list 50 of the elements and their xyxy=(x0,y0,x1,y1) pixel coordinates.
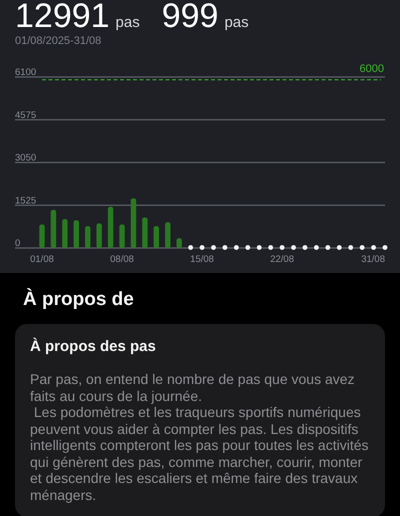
goal-label: 6000 xyxy=(360,62,384,75)
x-tick-label: 31/08 xyxy=(361,254,385,265)
empty-day-dot xyxy=(325,245,330,250)
step-count: 999 xyxy=(162,0,218,34)
step-bar xyxy=(96,223,102,248)
step-bar xyxy=(142,217,148,248)
empty-day-dot xyxy=(336,245,342,250)
y-tick-label: 0 xyxy=(15,238,20,249)
section-heading: À propos de xyxy=(23,289,135,311)
step-bar xyxy=(176,238,182,248)
empty-day-dot xyxy=(314,245,319,250)
empty-day-dot xyxy=(211,245,216,250)
card-title: À propos des pas xyxy=(30,338,157,355)
y-tick-label: 4575 xyxy=(15,110,36,121)
y-tick-label: 1525 xyxy=(15,195,36,206)
y-tick-label: 6100 xyxy=(15,67,36,78)
x-tick-label: 01/08 xyxy=(30,254,54,265)
empty-day-dot xyxy=(280,245,284,250)
x-tick-label: 22/08 xyxy=(270,254,294,265)
step-bar xyxy=(108,206,114,248)
y-tick-label: 3050 xyxy=(15,152,36,164)
step-bar xyxy=(62,219,68,248)
empty-day-dot xyxy=(188,245,194,250)
x-tick-label: 08/08 xyxy=(110,254,134,265)
card-text: Par pas, on entend le nombre de pas que vous avez faits au cours de la journée. Les podomètres et les traqueurs sportifs numériques peuvent vous aider à compter les pas. Les dispositifs intelligents compteront les pas pour toutes les activités qui génèrent des pas, comme marcher, courir, monter et descendre les escaliers et même faire des travaux ménagers. xyxy=(30,371,370,503)
empty-day-dot xyxy=(348,245,354,250)
step-count: 12991 xyxy=(15,0,110,34)
date-range: 01/08/2025-31/08 xyxy=(15,35,102,47)
empty-day-dot xyxy=(302,245,308,250)
empty-day-dot xyxy=(371,245,376,250)
unit-label: pas xyxy=(116,14,140,31)
step-bar xyxy=(85,226,90,248)
step-bar xyxy=(74,220,79,248)
empty-day-dot xyxy=(234,245,239,250)
step-bar xyxy=(119,224,125,248)
empty-day-dot xyxy=(291,245,296,250)
empty-day-dot xyxy=(200,245,204,250)
step-bar xyxy=(165,222,170,248)
empty-day-dot xyxy=(245,245,250,250)
step-bar xyxy=(154,226,160,248)
empty-day-dot xyxy=(222,245,228,250)
empty-day-dot xyxy=(382,245,388,250)
x-tick-label: 15/08 xyxy=(190,254,214,265)
empty-day-dot xyxy=(268,245,274,250)
unit-label: pas xyxy=(224,14,249,31)
step-bar xyxy=(39,224,45,248)
step-bar xyxy=(50,210,56,248)
empty-day-dot xyxy=(256,245,262,250)
step-bar xyxy=(130,198,136,248)
empty-day-dot xyxy=(360,245,365,250)
